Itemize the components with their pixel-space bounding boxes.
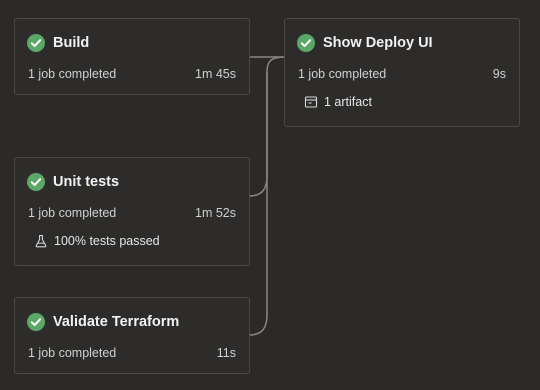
stage-card-show-deploy-ui[interactable]: Show Deploy UI 1 job completed 9s 1 arti… <box>284 18 520 127</box>
stage-title-row: Build <box>27 33 89 53</box>
check-circle-icon <box>27 34 45 52</box>
stage-duration: 1m 52s <box>195 206 236 220</box>
jobs-completed-text: 1 job completed <box>298 67 387 81</box>
check-circle-icon <box>297 34 315 52</box>
stage-summary-row: 1 job completed 11s <box>28 346 236 360</box>
check-circle-icon <box>27 313 45 331</box>
stage-card-validate-terraform[interactable]: Validate Terraform 1 job completed 11s <box>14 297 250 374</box>
stage-summary-row: 1 job completed 1m 52s <box>28 206 236 220</box>
stage-duration: 1m 45s <box>195 67 236 81</box>
flask-icon <box>35 234 47 248</box>
artifact-count-text: 1 artifact <box>324 95 372 109</box>
stage-duration: 9s <box>492 67 506 81</box>
stage-duration: 11s <box>216 346 236 360</box>
stage-title-row: Show Deploy UI <box>297 33 433 53</box>
stage-title: Build <box>53 35 90 51</box>
tests-passed-link[interactable]: 100% tests passed <box>34 234 160 248</box>
connector-terraform-to-deploy <box>248 72 268 336</box>
stage-summary-row: 1 job completed 1m 45s <box>28 67 236 81</box>
artifact-icon <box>304 96 318 108</box>
stage-summary-row: 1 job completed 9s <box>298 67 506 81</box>
stage-card-unit-tests[interactable]: Unit tests 1 job completed 1m 52s 100% t… <box>14 157 250 266</box>
jobs-completed-text: 1 job completed <box>28 67 117 81</box>
check-circle-icon <box>27 173 45 191</box>
stage-title-row: Validate Terraform <box>27 312 179 332</box>
artifacts-link[interactable]: 1 artifact <box>304 95 372 109</box>
connector-unittests-to-deploy <box>248 56 286 197</box>
jobs-completed-text: 1 job completed <box>28 346 117 360</box>
stage-card-build[interactable]: Build 1 job completed 1m 45s <box>14 18 250 95</box>
stage-title-row: Unit tests <box>27 172 119 192</box>
tests-passed-text: 100% tests passed <box>54 234 160 248</box>
stage-title: Show Deploy UI <box>323 35 433 51</box>
pipeline-stages-view: Build 1 job completed 1m 45s Unit tests … <box>0 0 540 390</box>
stage-title: Validate Terraform <box>53 314 180 330</box>
stage-title: Unit tests <box>53 174 120 190</box>
jobs-completed-text: 1 job completed <box>28 206 117 220</box>
